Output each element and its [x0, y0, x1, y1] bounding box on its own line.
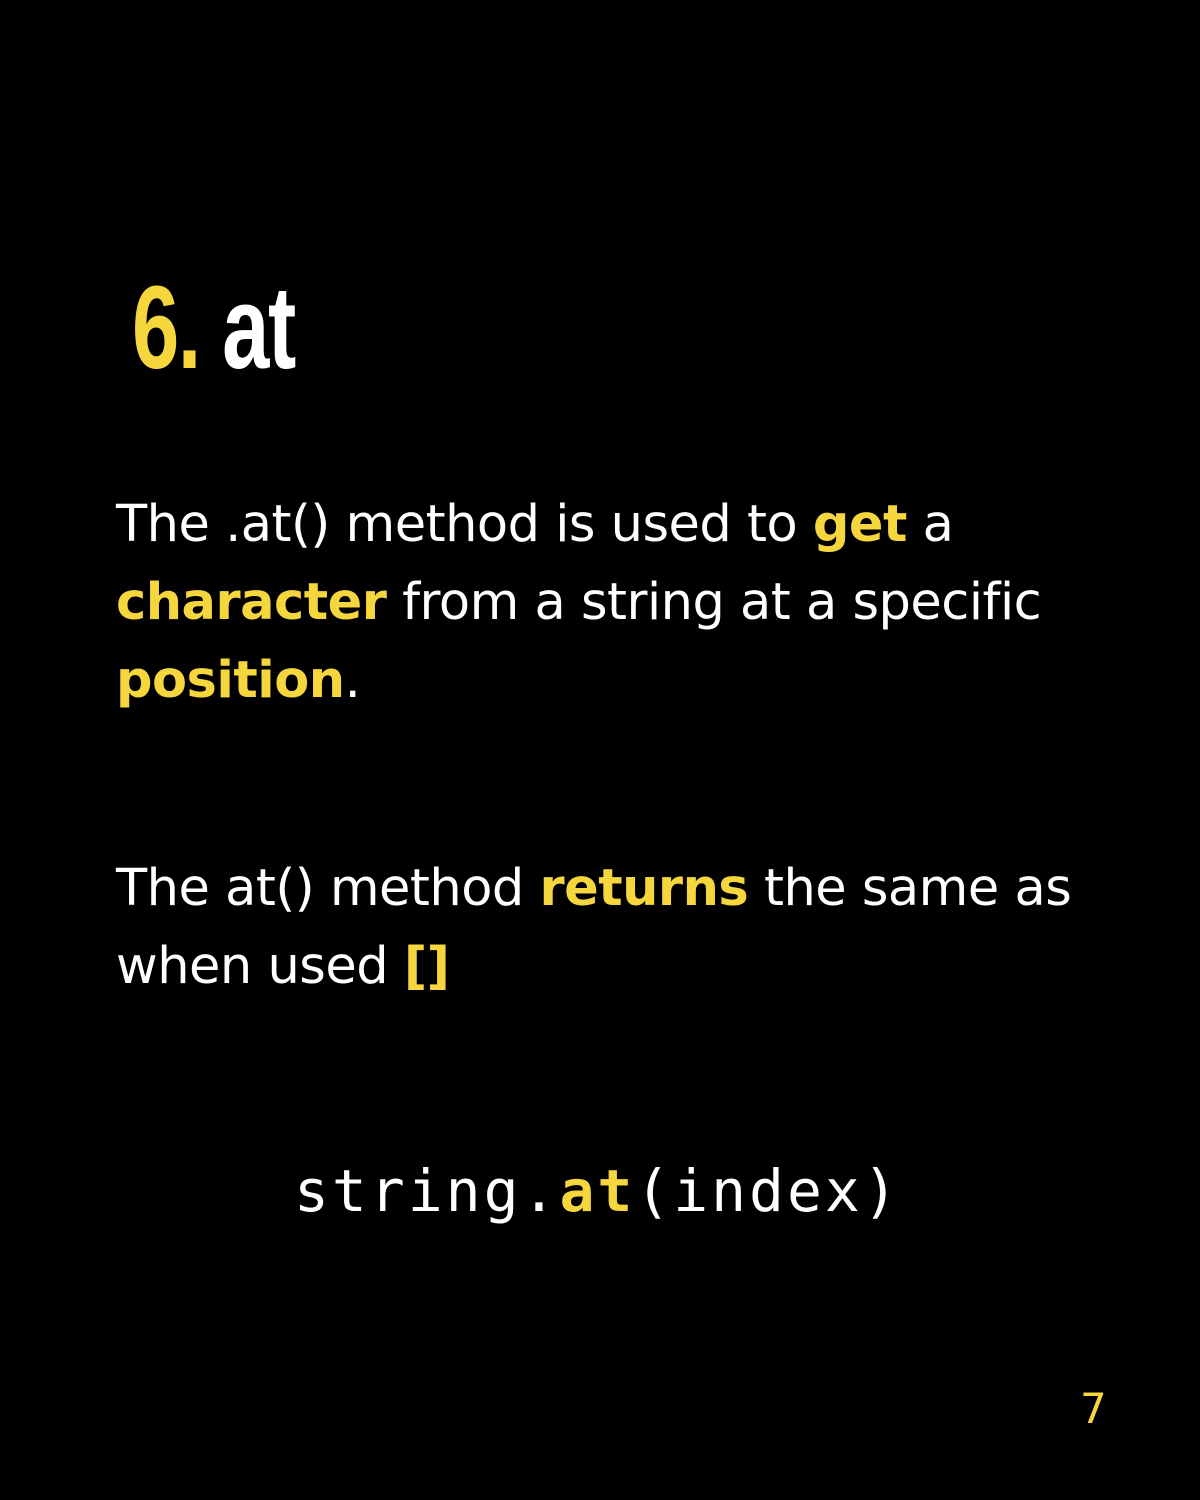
paragraph-text: The at() method — [116, 859, 540, 918]
title-number: 6. — [132, 262, 201, 394]
highlight-character: character — [116, 573, 387, 632]
paragraph-text: a — [906, 495, 954, 554]
highlight-position: position — [116, 651, 345, 710]
title-word: at — [222, 262, 296, 394]
code-syntax: string.at(index) — [294, 1156, 901, 1226]
paragraph-text: . — [344, 651, 361, 710]
paragraph-text: The .at() method is used to — [116, 495, 813, 554]
paragraph-text: from a string at a specific — [386, 573, 1042, 632]
highlight-returns: returns — [539, 859, 749, 918]
highlight-brackets: [] — [403, 937, 450, 996]
code-object: string. — [294, 1157, 560, 1225]
highlight-get: get — [812, 495, 907, 554]
code-method: at — [559, 1157, 636, 1225]
slide-title: 6. at — [132, 258, 296, 398]
slide: 6. at The .at() method is used to get a … — [0, 0, 1200, 1500]
code-args: (index) — [635, 1157, 901, 1225]
returns-paragraph: The at() method returns the same as when… — [116, 850, 1116, 1006]
page-number: 7 — [1080, 1384, 1107, 1433]
description-paragraph: The .at() method is used to get a charac… — [116, 486, 1116, 720]
